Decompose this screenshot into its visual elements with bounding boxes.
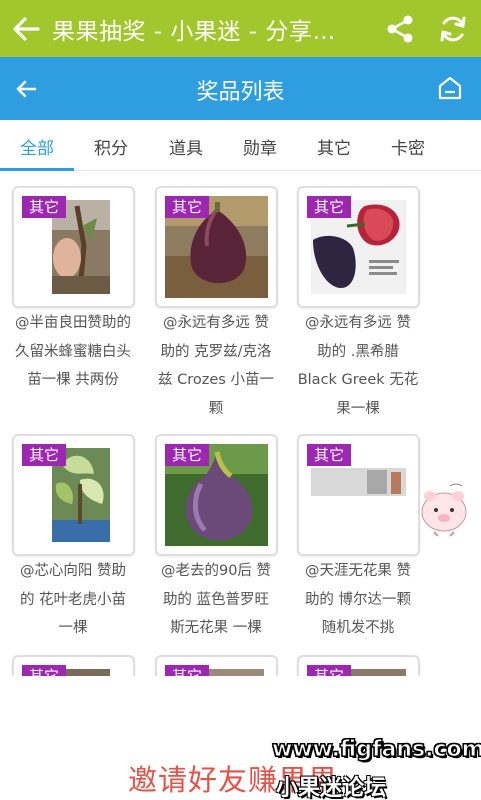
- category-badge: 其它: [165, 444, 209, 466]
- page-header: 奖品列表: [0, 57, 481, 120]
- prize-description: @永远有多远 赞 助的 .黑希腊 Black Greek 无花 果一棵: [297, 315, 419, 417]
- prize-card[interactable]: 其它: [12, 434, 135, 556]
- refresh-button[interactable]: [432, 10, 474, 48]
- refresh-icon: [440, 16, 466, 42]
- back-arrow-icon: [13, 16, 40, 41]
- page-title: 奖品列表: [196, 80, 285, 105]
- share-button[interactable]: [380, 10, 420, 48]
- tab-medals[interactable]: 勋章: [230, 134, 290, 159]
- category-badge: 其它: [22, 196, 66, 218]
- prize-card[interactable]: 其它: [12, 186, 135, 308]
- prize-card[interactable]: 其它: [297, 434, 420, 556]
- watermark-forum: 小果迷论坛: [276, 776, 387, 800]
- floating-mascot-icon[interactable]: [416, 478, 472, 538]
- prize-card[interactable]: 其它: [155, 434, 278, 556]
- tab-points[interactable]: 积分: [81, 134, 141, 159]
- prize-card[interactable]: 其它: [297, 186, 420, 308]
- tab-card-codes[interactable]: 卡密: [378, 134, 438, 159]
- prize-card[interactable]: 其它: [155, 186, 278, 308]
- share-icon: [387, 15, 413, 43]
- tab-other[interactable]: 其它: [304, 134, 364, 159]
- category-tabs: 全部 积分 道具 勋章 其它 卡密: [0, 120, 481, 171]
- prize-description: @天涯无花果 赞 助的 博尔达一颗 随机发不挑: [304, 563, 412, 636]
- app-bar: 果果抽奖 - 小果迷 - 分享…: [0, 0, 481, 57]
- active-tab-indicator: [0, 168, 74, 171]
- prize-description: @半亩良田赞助的 久留米蜂蜜糖白头 苗一棵 共两份: [15, 315, 131, 388]
- home-button[interactable]: [432, 70, 468, 106]
- prize-description: @芯心向阳 赞助 的 花叶老虎小苗 一棵: [19, 563, 127, 636]
- prize-description: @老去的90后 赞 助的 蓝色普罗旺 斯无花果 一棵: [160, 563, 272, 636]
- category-badge: 其它: [165, 196, 209, 218]
- prize-description: @永远有多远 赞 助的 克罗兹/克洛 兹 Crozes 小苗一 颗: [158, 315, 274, 417]
- home-icon: [438, 76, 462, 100]
- back-button[interactable]: [0, 0, 52, 57]
- watermark-url: www.figfans.com: [272, 737, 481, 763]
- tab-all[interactable]: 全部: [7, 134, 67, 159]
- tab-items[interactable]: 道具: [156, 134, 216, 159]
- app-title: 果果抽奖 - 小果迷 - 分享…: [52, 18, 336, 45]
- category-badge: 其它: [307, 196, 351, 218]
- category-badge: 其它: [22, 444, 66, 466]
- category-badge: 其它: [307, 444, 351, 466]
